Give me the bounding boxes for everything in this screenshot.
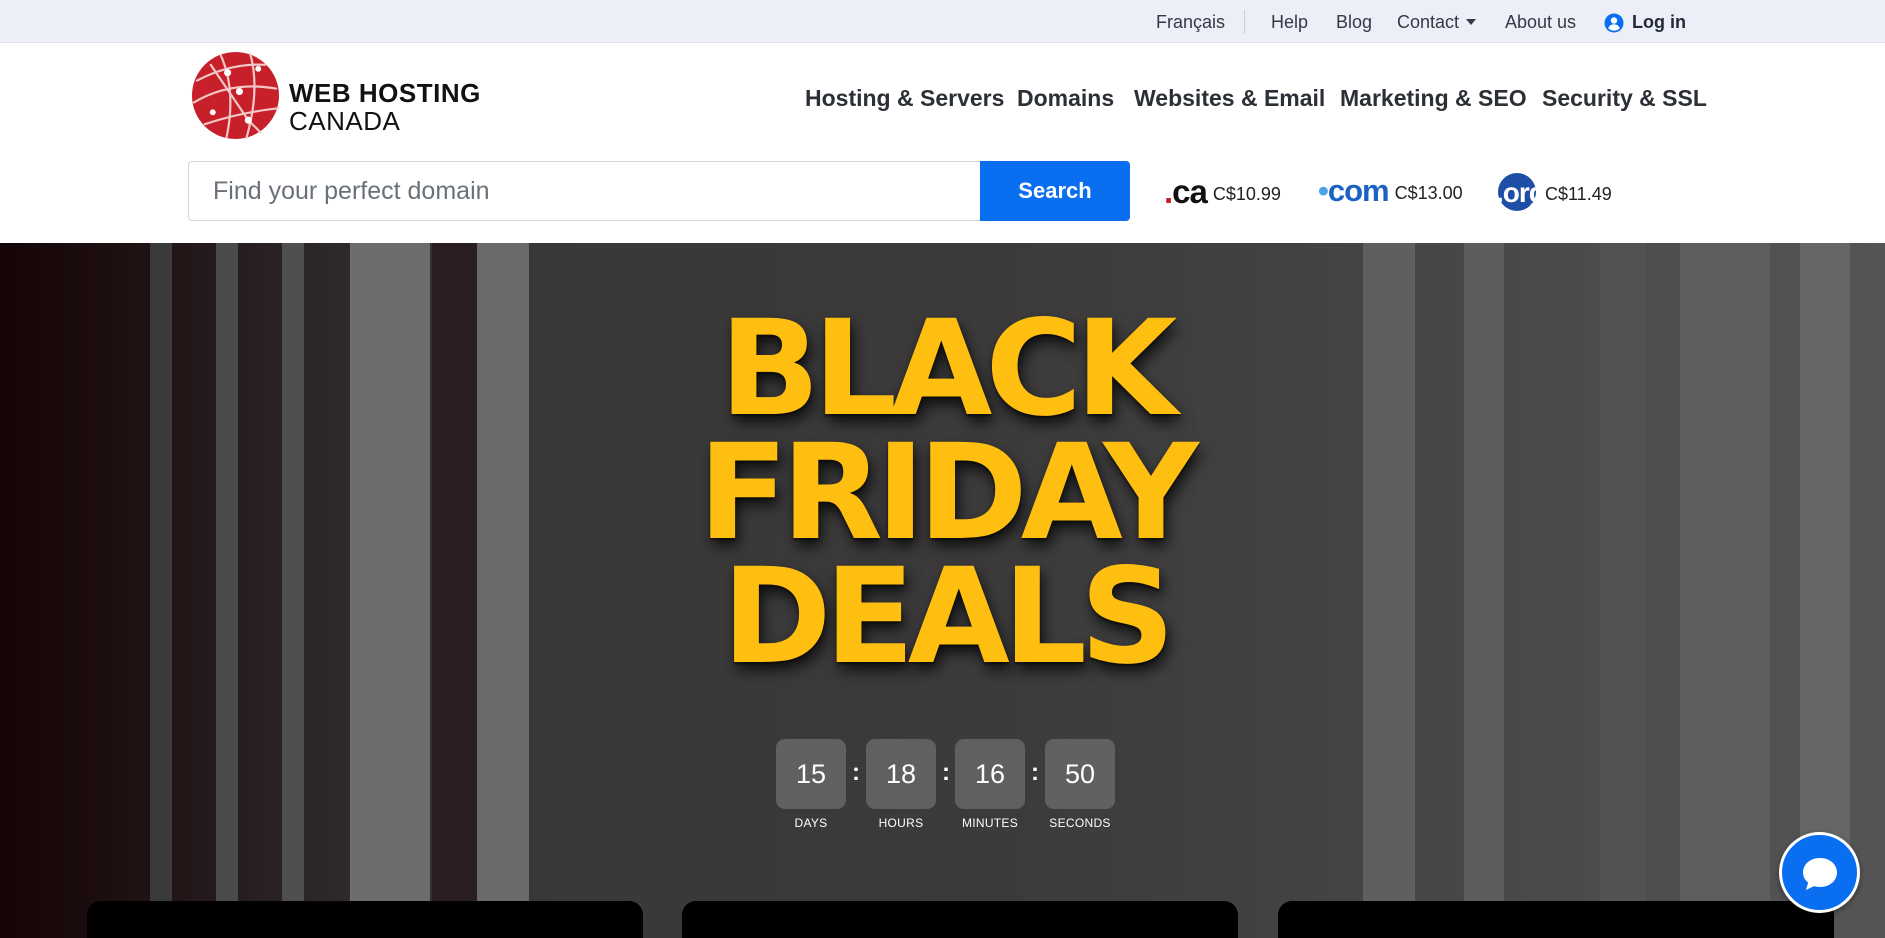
- tld-ca-price: C$10.99: [1212, 184, 1281, 204]
- contact-label: Contact: [1397, 12, 1460, 32]
- countdown-minutes-label: MINUTES: [961, 816, 1019, 830]
- logo-text-line2: CANADA: [289, 106, 401, 136]
- background-stripe: [432, 243, 477, 903]
- tld-com-price: C$13.00: [1394, 183, 1463, 203]
- countdown-separator: :: [942, 759, 950, 786]
- countdown-separator: :: [852, 759, 860, 786]
- countdown-days: 15 DAYS: [776, 739, 846, 830]
- about-link[interactable]: About us: [1505, 12, 1576, 33]
- chat-bubble-icon: [1803, 858, 1837, 890]
- promo-card[interactable]: [87, 901, 643, 938]
- tld-org-price: C$11.49: [1545, 184, 1612, 204]
- blog-link[interactable]: Blog: [1336, 12, 1372, 33]
- countdown-minutes: 16 MINUTES: [955, 739, 1025, 830]
- background-stripe: [1464, 243, 1504, 903]
- background-stripe: [1600, 243, 1646, 903]
- background-stripe: [1363, 243, 1415, 903]
- countdown-hours-label: HOURS: [878, 816, 924, 830]
- background-stripe: [477, 243, 529, 903]
- headline-line-3: DEALS: [721, 540, 1175, 694]
- site-header: WEB HOSTING CANADA Hosting & Servers Dom…: [0, 43, 1885, 243]
- promo-card[interactable]: [682, 901, 1238, 938]
- countdown-days-value: 15: [776, 739, 846, 809]
- login-link[interactable]: Log in: [1604, 12, 1686, 33]
- nav-domains[interactable]: Domains: [1017, 85, 1114, 112]
- domain-search-input[interactable]: [188, 161, 982, 221]
- background-stripe: [1800, 243, 1850, 903]
- countdown-separator: :: [1031, 759, 1039, 786]
- domain-search-form: Search: [188, 161, 1130, 221]
- logo-text-line1: WEB HOSTING: [289, 78, 481, 108]
- user-circle-icon: [1604, 13, 1624, 33]
- countdown-timer: 15 DAYS : 18 HOURS : 16 MINUTES : 50 SEC…: [776, 739, 1116, 839]
- tld-price-org[interactable]: .org C$11.49: [1496, 173, 1612, 213]
- tld-price-com[interactable]: •com C$13.00: [1318, 173, 1463, 213]
- countdown-seconds-label: SECONDS: [1049, 816, 1111, 830]
- login-label: Log in: [1632, 12, 1686, 32]
- countdown-minutes-value: 16: [955, 739, 1025, 809]
- org-tld-logo-icon: .org: [1496, 173, 1546, 213]
- hero-headline: BLACK FRIDAY DEALS: [600, 303, 1290, 683]
- nav-security-ssl[interactable]: Security & SSL: [1542, 85, 1707, 112]
- background-stripe: [350, 243, 430, 903]
- background-stripe: [1680, 243, 1770, 903]
- promo-card[interactable]: [1278, 901, 1834, 938]
- utility-divider: [1244, 10, 1245, 34]
- countdown-days-label: DAYS: [794, 816, 828, 830]
- chat-button[interactable]: [1779, 832, 1860, 913]
- background-stripe: [150, 243, 172, 903]
- caret-down-icon: [1466, 19, 1477, 25]
- countdown-hours: 18 HOURS: [866, 739, 936, 830]
- language-link[interactable]: Français: [1156, 12, 1225, 33]
- site-logo[interactable]: WEB HOSTING CANADA: [191, 51, 480, 143]
- countdown-hours-value: 18: [866, 739, 936, 809]
- tld-price-ca[interactable]: .ca C$10.99: [1164, 173, 1281, 213]
- countdown-seconds: 50 SECONDS: [1045, 739, 1115, 830]
- com-tld-logo-icon: •com: [1318, 173, 1390, 208]
- utility-bar: Français Help Blog Contact About us Log …: [0, 0, 1885, 43]
- background-stripe: [1543, 243, 1589, 903]
- background-stripe: [216, 243, 238, 903]
- nav-marketing-seo[interactable]: Marketing & SEO: [1340, 85, 1527, 112]
- black-friday-hero: BLACK FRIDAY DEALS 15 DAYS : 18 HOURS : …: [0, 243, 1885, 938]
- search-button[interactable]: Search: [980, 161, 1130, 221]
- globe-logo-icon: [191, 51, 280, 140]
- countdown-seconds-value: 50: [1045, 739, 1115, 809]
- help-link[interactable]: Help: [1271, 12, 1308, 33]
- ca-tld-logo-icon: .ca: [1164, 173, 1208, 210]
- contact-menu[interactable]: Contact: [1397, 12, 1477, 33]
- nav-websites-email[interactable]: Websites & Email: [1134, 85, 1325, 112]
- background-stripe: [282, 243, 304, 903]
- nav-hosting-servers[interactable]: Hosting & Servers: [805, 85, 1004, 112]
